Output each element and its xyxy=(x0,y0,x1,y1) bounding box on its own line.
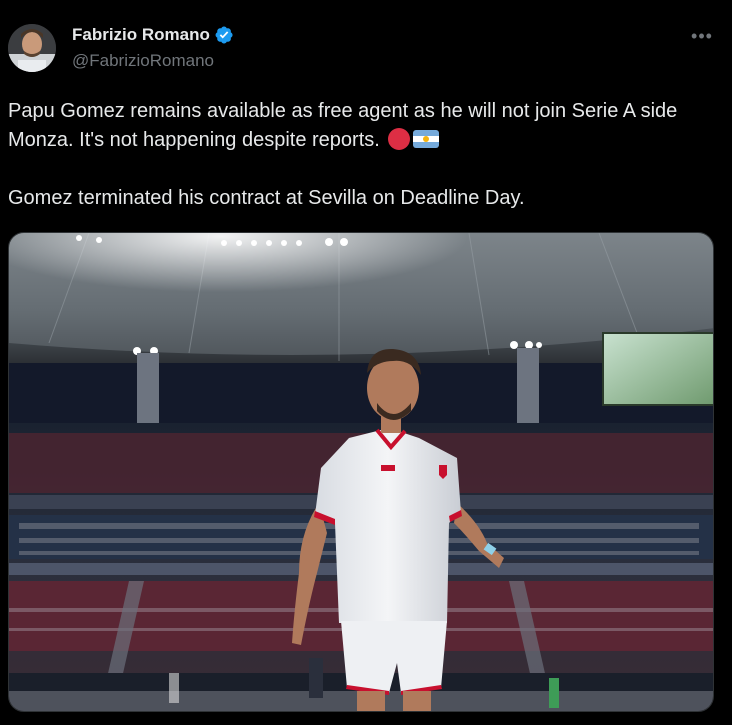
tweet-photo[interactable] xyxy=(8,232,714,712)
author-handle[interactable]: @FabrizioRomano xyxy=(72,51,214,71)
verified-badge-icon[interactable] xyxy=(214,25,234,45)
red-circle-emoji-icon xyxy=(388,128,411,150)
tweet-paragraph-2: Gomez terminated his contract at Sevilla… xyxy=(8,187,525,209)
more-options-button[interactable]: ••• xyxy=(688,22,716,50)
avatar[interactable] xyxy=(8,24,56,72)
stadium-player-photo xyxy=(9,233,713,711)
tweet-paragraph-1: Papu Gomez remains available as free age… xyxy=(8,97,708,155)
tweet-paragraph-1-text: Papu Gomez remains available as free age… xyxy=(8,100,678,151)
author-name-row[interactable]: Fabrizio Romano xyxy=(72,25,234,45)
more-horizontal-icon: ••• xyxy=(691,26,713,46)
author-name[interactable]: Fabrizio Romano xyxy=(72,25,210,45)
argentina-flag-emoji-icon xyxy=(413,130,440,148)
tweet-card: Fabrizio Romano @FabrizioRomano ••• Papu… xyxy=(0,0,732,725)
avatar-image xyxy=(8,24,56,72)
tweet-text: Papu Gomez remains available as free age… xyxy=(8,97,708,213)
